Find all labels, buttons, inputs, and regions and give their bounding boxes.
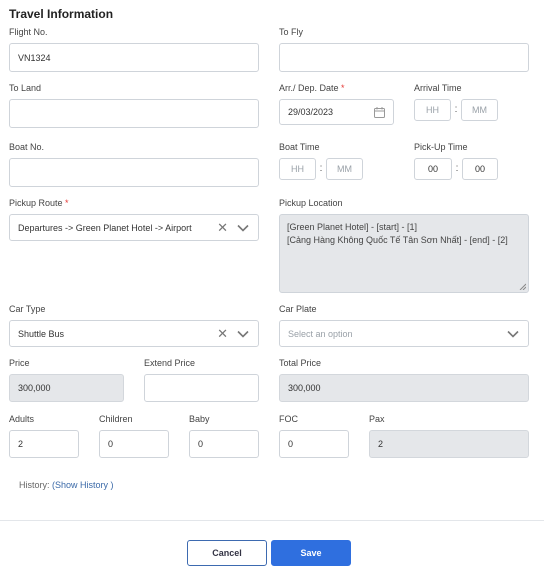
foc-input[interactable]: 0 [279,430,349,458]
adults-input[interactable]: 2 [9,430,79,458]
to-land-label: To Land [9,83,42,93]
chevron-down-icon[interactable] [236,327,250,341]
arr-dep-date-input[interactable]: 29/03/2023 [279,99,394,125]
flight-no-label: Flight No. [9,27,48,37]
pickup-location-line: [Cảng Hàng Không Quốc Tế Tân Sơn Nhất] -… [287,235,508,245]
baby-label: Baby [189,414,210,424]
price-field: 300,000 [9,374,124,402]
extend-price-label: Extend Price [144,358,196,368]
pickup-time-label: Pick-Up Time [414,142,468,152]
save-button[interactable]: Save [271,540,351,566]
history-row: History: (Show History ) [19,480,114,490]
car-type-value: Shuttle Bus [18,328,65,339]
children-input[interactable]: 0 [99,430,169,458]
pax-label: Pax [369,414,385,424]
car-plate-placeholder: Select an option [288,328,353,339]
car-plate-label: Car Plate [279,304,317,314]
section-title: Travel Information [9,7,114,21]
chevron-down-icon[interactable] [236,221,250,235]
calendar-icon[interactable] [374,107,385,118]
pickup-route-label-text: Pickup Route [9,198,63,208]
required-mark: * [341,83,345,93]
resize-handle-icon[interactable] [519,283,526,290]
show-history-link[interactable]: (Show History ) [52,480,114,490]
boat-time-mm-input[interactable]: MM [326,158,363,180]
arrival-time-separator: : [454,104,458,115]
pickup-route-label: Pickup Route * [9,198,69,208]
pickup-time-separator: : [455,163,459,174]
extend-price-input[interactable] [144,374,259,402]
car-plate-select[interactable]: Select an option [279,320,529,347]
flight-no-input[interactable]: VN1324 [9,43,259,72]
foc-label: FOC [279,414,298,424]
arr-dep-date-label-text: Arr./ Dep. Date [279,83,339,93]
pickup-location-label: Pickup Location [279,198,343,208]
chevron-down-icon[interactable] [506,327,520,341]
total-price-field: 300,000 [279,374,529,402]
clear-icon[interactable]: ✕ [217,221,228,234]
pax-field: 2 [369,430,529,458]
arrival-time-mm-input[interactable]: MM [461,99,498,121]
to-land-input[interactable] [9,99,259,128]
pickup-location-line: [Green Planet Hotel] - [start] - [1] [287,222,418,232]
to-fly-input[interactable] [279,43,529,72]
cancel-button[interactable]: Cancel [187,540,267,566]
clear-icon[interactable]: ✕ [217,327,228,340]
car-type-label: Car Type [9,304,46,314]
adults-label: Adults [9,414,35,424]
arr-dep-date-label: Arr./ Dep. Date * [279,83,345,93]
boat-time-separator: : [319,163,323,174]
pickup-time-hh-input[interactable]: 00 [414,158,452,180]
arrival-time-hh-input[interactable]: HH [414,99,451,121]
pickup-time-mm-input[interactable]: 00 [462,158,498,180]
baby-input[interactable]: 0 [189,430,259,458]
required-mark: * [65,198,69,208]
boat-time-label: Boat Time [279,142,320,152]
price-label: Price [9,358,30,368]
boat-no-input[interactable] [9,158,259,187]
children-label: Children [99,414,133,424]
total-price-label: Total Price [279,358,322,368]
arr-dep-date-value: 29/03/2023 [288,107,334,117]
car-type-select[interactable]: Shuttle Bus ✕ [9,320,259,347]
pickup-location-textarea[interactable]: [Green Planet Hotel] - [start] - [1] [Cả… [279,214,529,293]
to-fly-label: To Fly [279,27,304,37]
boat-no-label: Boat No. [9,142,45,152]
pickup-route-select[interactable]: Departures -> Green Planet Hotel -> Airp… [9,214,259,241]
footer-divider [0,520,544,521]
pickup-route-value: Departures -> Green Planet Hotel -> Airp… [18,222,192,233]
history-label: History: [19,480,50,490]
arrival-time-label: Arrival Time [414,83,462,93]
boat-time-hh-input[interactable]: HH [279,158,316,180]
